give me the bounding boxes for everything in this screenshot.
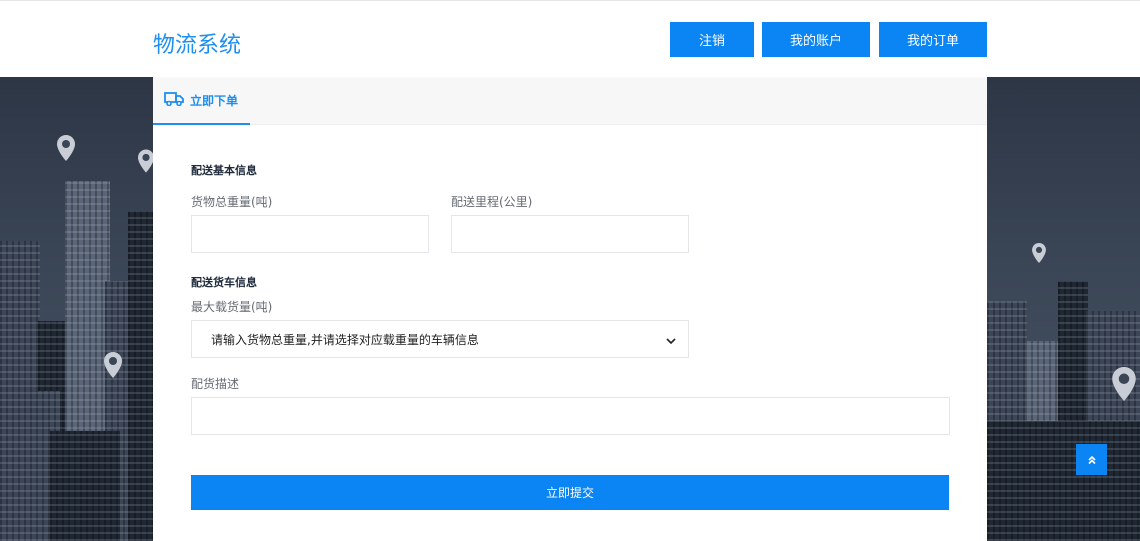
my-account-button[interactable]: 我的账户	[762, 22, 870, 57]
capacity-label: 最大载货量(吨)	[191, 300, 273, 314]
submit-button[interactable]: 立即提交	[191, 475, 949, 510]
back-to-top-button[interactable]	[1076, 444, 1107, 475]
map-pin-icon	[1032, 243, 1046, 263]
map-pin-icon	[138, 149, 154, 173]
truck-info-title: 配送货车信息	[191, 276, 257, 289]
basic-info-title: 配送基本信息	[191, 164, 257, 177]
tab-label: 立即下单	[190, 93, 239, 108]
capacity-select[interactable]: 请输入货物总重量,并请选择对应载重量的车辆信息	[191, 320, 689, 358]
capacity-select-value: 请输入货物总重量,并请选择对应载重量的车辆信息	[211, 332, 479, 347]
order-card: 立即下单 配送基本信息 货物总重量(吨) 配送里程(公里) 配送货车信息 最大载…	[153, 77, 987, 541]
description-label: 配货描述	[191, 377, 240, 391]
chevron-down-icon	[666, 330, 676, 349]
distance-label: 配送里程(公里)	[451, 195, 533, 209]
map-pin-icon	[57, 135, 75, 161]
weight-input[interactable]	[191, 215, 429, 253]
description-input[interactable]	[191, 397, 950, 435]
tab-place-order[interactable]: 立即下单	[153, 77, 250, 125]
top-header: 物流系统 注销 我的账户 我的订单	[0, 0, 1140, 77]
distance-input[interactable]	[451, 215, 689, 253]
my-orders-button[interactable]: 我的订单	[879, 22, 987, 57]
double-chevron-up-icon	[1087, 450, 1097, 469]
tab-bar: 立即下单	[153, 77, 987, 125]
map-pin-icon	[104, 352, 122, 378]
map-pin-icon	[1112, 367, 1136, 401]
truck-icon	[164, 91, 184, 110]
site-logo[interactable]: 物流系统	[153, 27, 241, 59]
logout-button[interactable]: 注销	[670, 22, 754, 57]
weight-label: 货物总重量(吨)	[191, 195, 273, 209]
